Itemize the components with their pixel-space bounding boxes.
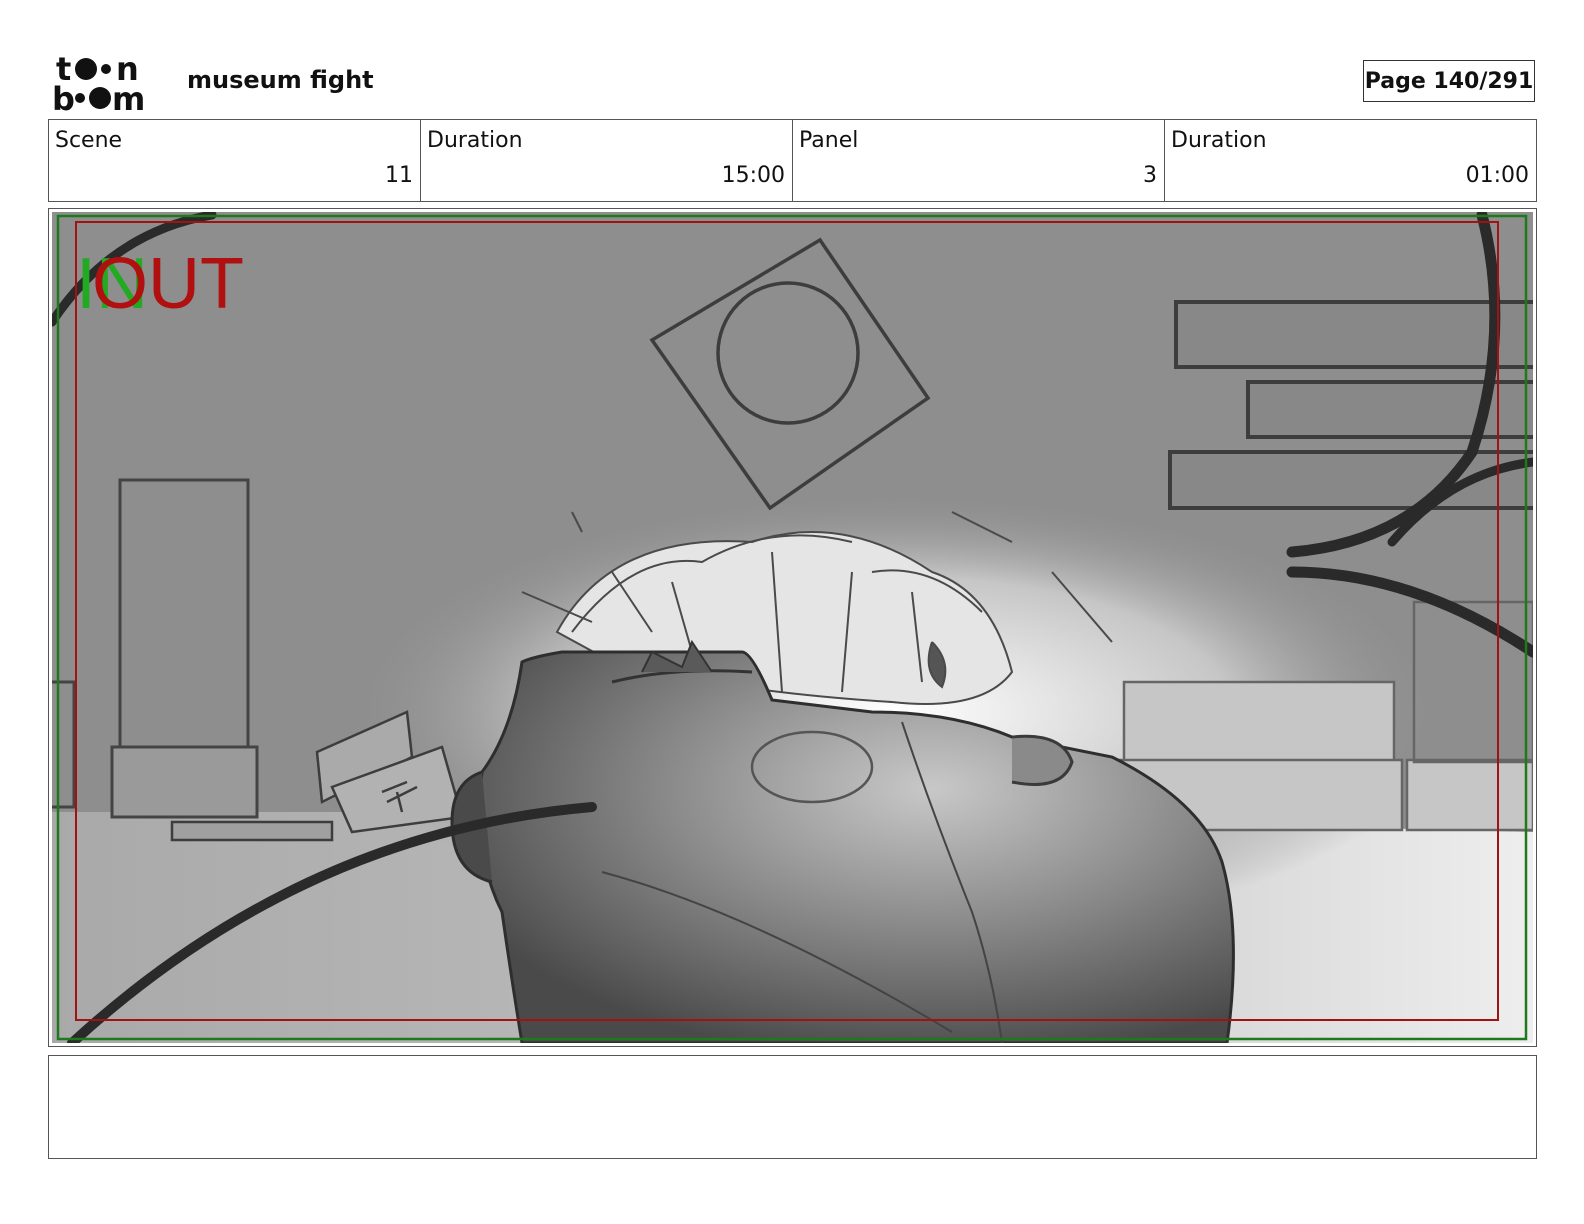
panel-notes xyxy=(48,1055,1537,1159)
panel-cell: Panel 3 xyxy=(793,120,1165,201)
panel-duration-value: 01:00 xyxy=(1465,163,1529,188)
svg-text:b: b xyxy=(52,80,75,112)
panel-duration-label: Duration xyxy=(1171,128,1267,153)
panel-duration-cell: Duration 01:00 xyxy=(1165,120,1536,201)
info-table: Scene 11 Duration 15:00 Panel 3 Duration… xyxy=(48,119,1537,202)
out-marker: OUT xyxy=(92,244,244,324)
scene-cell: Scene 11 xyxy=(49,120,421,201)
scene-value: 11 xyxy=(385,163,413,188)
page-number: Page 140/291 xyxy=(1363,60,1535,102)
svg-text:m: m xyxy=(112,80,145,112)
scene-duration-label: Duration xyxy=(427,128,523,153)
scene-label: Scene xyxy=(55,128,123,153)
panel-sketch: IN OUT xyxy=(52,212,1533,1043)
toon-boom-logo: t n b m xyxy=(52,50,145,112)
project-title: museum fight xyxy=(187,66,374,94)
scene-duration-value: 15:00 xyxy=(721,163,785,188)
panel-label: Panel xyxy=(799,128,859,153)
storyboard-panel: IN OUT xyxy=(48,208,1537,1047)
panel-value: 3 xyxy=(1143,163,1157,188)
scene-duration-cell: Duration 15:00 xyxy=(421,120,793,201)
